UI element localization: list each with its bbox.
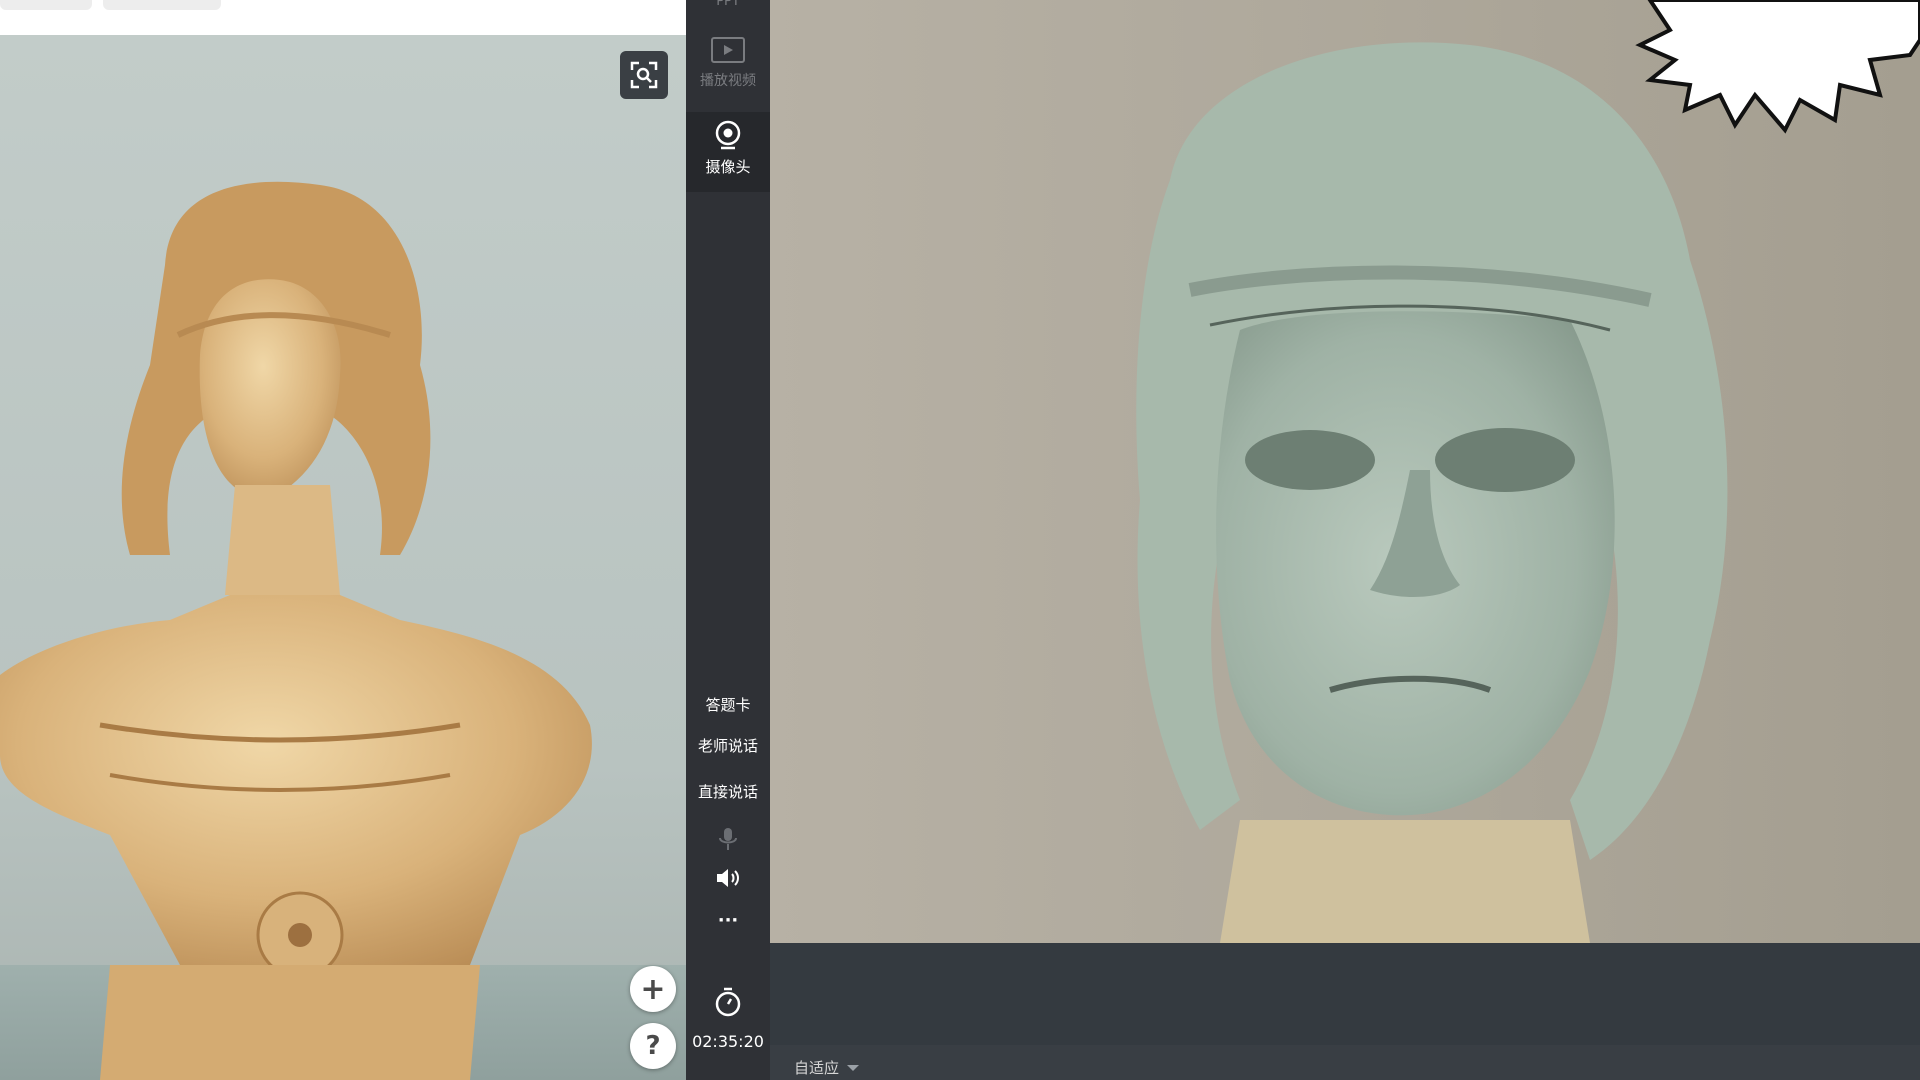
play-video-button[interactable]: 播放视频: [686, 36, 770, 96]
header-tab[interactable]: [0, 0, 92, 10]
more-button[interactable]: ···: [686, 910, 770, 931]
play-video-label: 播放视频: [700, 73, 756, 89]
fit-mode-label: 自适应: [794, 1059, 840, 1077]
header-tab[interactable]: [103, 0, 221, 10]
speaker-icon: [717, 869, 739, 887]
camera-icon: [715, 120, 741, 150]
caret-down-icon: [847, 1064, 860, 1071]
reference-sculpture-image: [0, 35, 686, 1080]
camera-label: 摄像头: [705, 158, 751, 176]
session-timer: 02:35:20: [692, 1032, 764, 1051]
timer-icon: [715, 987, 741, 1017]
camera-button[interactable]: 摄像头: [686, 112, 770, 192]
ppt-tab[interactable]: PPT: [686, 0, 770, 9]
speaker-button[interactable]: [686, 866, 770, 894]
camera-bottom-bar: [770, 943, 1920, 1045]
help-button-label: ?: [645, 1031, 661, 1061]
help-button[interactable]: ?: [630, 1023, 676, 1069]
zoom-button[interactable]: [620, 51, 668, 99]
bust-illustration: [0, 181, 686, 1080]
teacher-speak-button[interactable]: 老师说话: [686, 735, 770, 756]
side-toolbar: PPT 播放视频 摄像头 答题卡 老师说话 直接说话 ··· 02:35:20: [686, 0, 770, 1080]
add-button[interactable]: +: [630, 966, 676, 1012]
play-video-icon: [711, 37, 745, 63]
microphone-button[interactable]: [686, 826, 770, 856]
timer-icon-wrap: [686, 986, 770, 1022]
add-button-label: +: [640, 971, 666, 1007]
status-bar: 自适应: [770, 1045, 1920, 1080]
direct-speak-button[interactable]: 直接说话: [686, 781, 770, 802]
camera-feed: [770, 0, 1920, 943]
answer-card-button[interactable]: 答题卡: [686, 694, 770, 715]
clay-head-illustration: [1136, 0, 1920, 943]
left-panel-header: [0, 0, 686, 36]
ppt-label: PPT: [716, 0, 740, 9]
zoom-search-icon: [630, 61, 658, 89]
microphone-icon: [719, 828, 737, 850]
fit-mode-select[interactable]: 自适应: [794, 1057, 860, 1078]
